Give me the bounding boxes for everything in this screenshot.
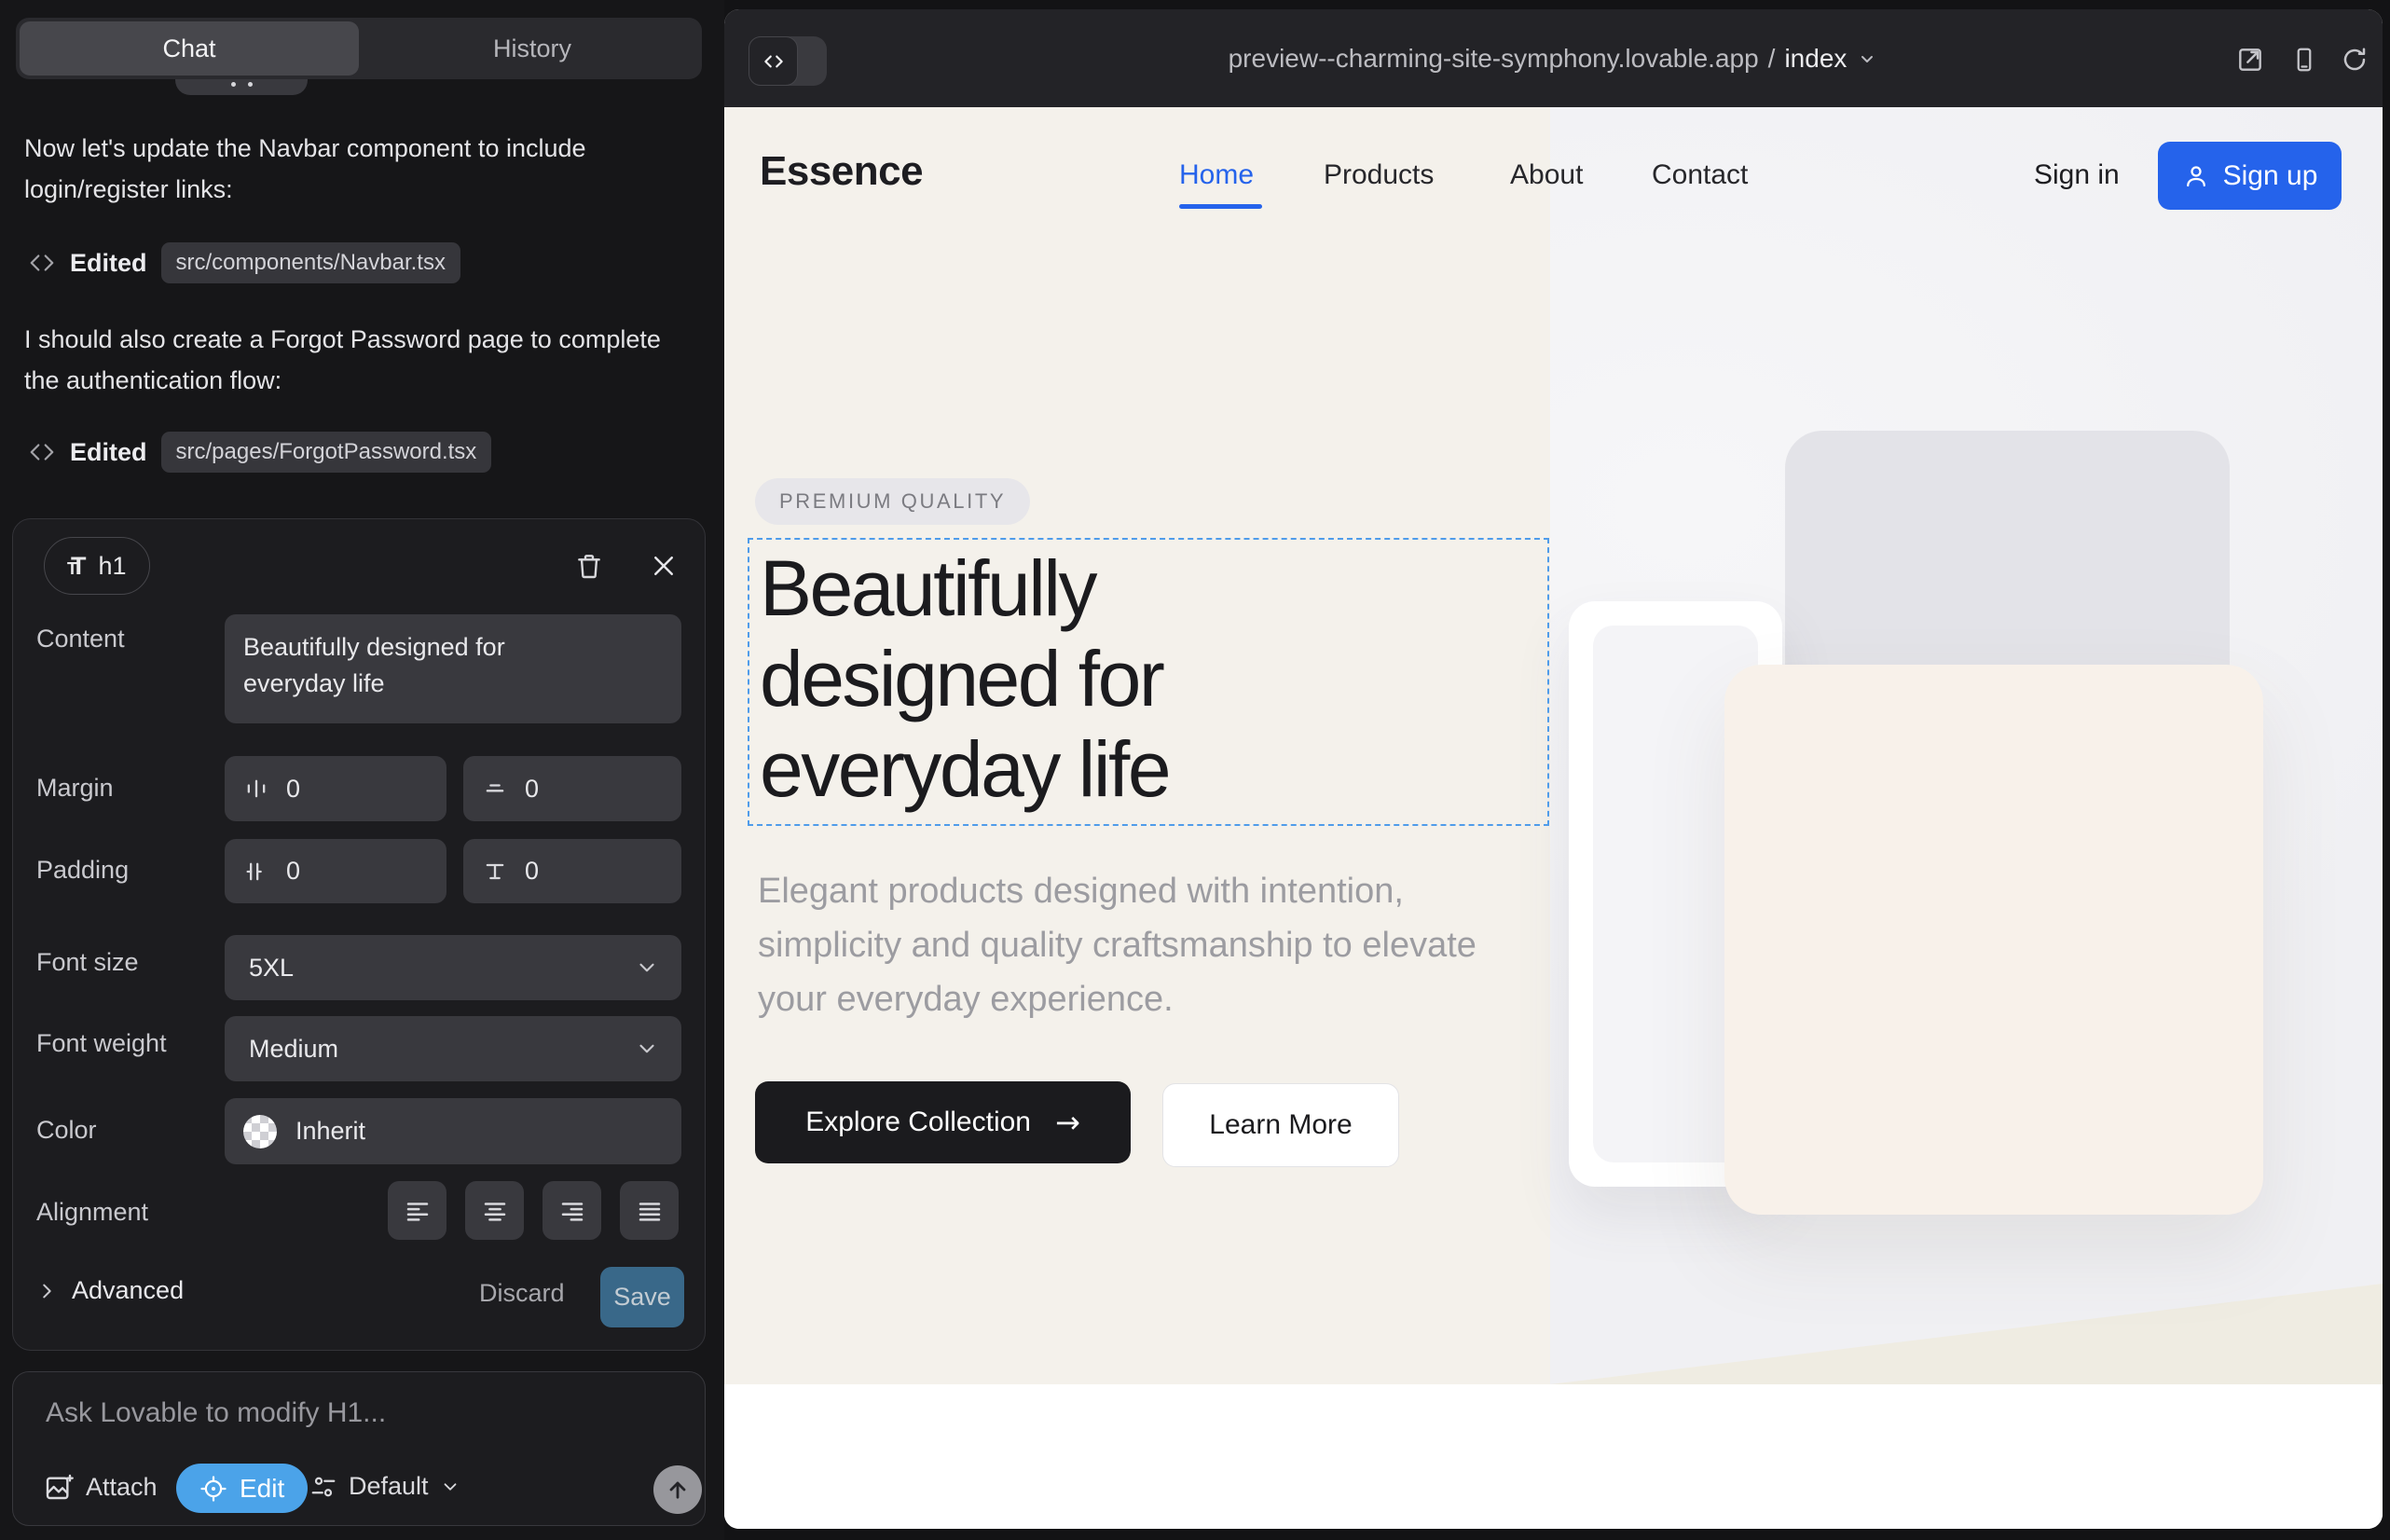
element-tag: h1 — [99, 552, 127, 581]
url-bar[interactable]: preview--charming-site-symphony.lovable.… — [724, 9, 2383, 107]
alignment-label: Alignment — [36, 1198, 148, 1227]
nav-link-contact[interactable]: Contact — [1652, 159, 1748, 191]
margin-y-icon — [482, 776, 508, 802]
arrow-right-icon: → — [1055, 1105, 1080, 1140]
url-host: preview--charming-site-symphony.lovable.… — [1229, 44, 1759, 74]
chevron-down-icon[interactable] — [1856, 48, 1878, 70]
decorative-wedge — [1550, 1284, 2383, 1384]
color-swatch — [243, 1115, 277, 1148]
mobile-preview-icon[interactable] — [2287, 43, 2321, 76]
hero-badge: PREMIUM QUALITY — [755, 478, 1030, 525]
content-label: Content — [36, 625, 125, 653]
hero-heading[interactable]: Beautifully designed for everyday life — [760, 543, 1169, 815]
open-external-icon[interactable] — [2233, 43, 2267, 76]
image-plus-icon — [44, 1472, 74, 1502]
prompt-composer[interactable]: Ask Lovable to modify H1... Attach Edit … — [12, 1371, 706, 1526]
sliders-icon — [309, 1473, 337, 1501]
refresh-icon[interactable] — [2338, 43, 2371, 76]
padding-y-icon — [482, 859, 508, 885]
edit-mode-button[interactable]: Edit — [176, 1464, 308, 1513]
close-editor-button[interactable] — [643, 545, 684, 586]
edited-label: Edited — [70, 249, 147, 278]
align-left-button[interactable] — [388, 1181, 446, 1240]
decorative-card-beige — [1724, 665, 2263, 1215]
user-icon — [2182, 162, 2210, 190]
site-page: Essence Home Products About Contact Sign… — [724, 107, 2383, 1529]
padding-x-icon — [243, 859, 269, 885]
send-button[interactable] — [653, 1465, 702, 1514]
tab-history[interactable]: History — [363, 18, 702, 79]
margin-label: Margin — [36, 774, 114, 803]
margin-x-input[interactable]: 0 — [225, 756, 446, 821]
learn-more-button[interactable]: Learn More — [1162, 1083, 1399, 1167]
font-weight-label: Font weight — [36, 1029, 167, 1058]
assistant-message: I should also create a Forgot Password p… — [24, 319, 692, 401]
code-icon — [28, 249, 56, 277]
sign-in-link[interactable]: Sign in — [2034, 159, 2120, 191]
font-size-select[interactable]: 5XL — [225, 935, 681, 1000]
align-right-button[interactable] — [543, 1181, 601, 1240]
discard-button[interactable]: Discard — [479, 1279, 565, 1308]
padding-x-input[interactable]: 0 — [225, 839, 446, 903]
sign-up-button[interactable]: Sign up — [2158, 142, 2342, 210]
edited-label: Edited — [70, 438, 147, 467]
delete-element-button[interactable] — [569, 545, 610, 586]
code-view-toggle[interactable] — [749, 36, 827, 86]
align-justify-button[interactable] — [620, 1181, 679, 1240]
nav-link-products[interactable]: Products — [1324, 159, 1434, 191]
margin-y-input[interactable]: 0 — [463, 756, 681, 821]
active-nav-underline — [1179, 204, 1262, 209]
preview-window: preview--charming-site-symphony.lovable.… — [724, 9, 2383, 1529]
color-label: Color — [36, 1116, 97, 1145]
url-page: index — [1784, 44, 1847, 74]
chevron-down-icon — [635, 956, 659, 980]
file-path-badge[interactable]: src/components/Navbar.tsx — [161, 242, 460, 283]
file-path-badge[interactable]: src/pages/ForgotPassword.tsx — [161, 432, 492, 473]
chat-sidebar: Chat History Now let's update the Navbar… — [0, 0, 724, 1540]
chevron-right-icon — [36, 1281, 57, 1301]
site-logo[interactable]: Essence — [760, 148, 923, 195]
content-input[interactable]: Beautifully designed for everyday life — [225, 614, 681, 723]
font-size-label: Font size — [36, 948, 139, 977]
color-select[interactable]: Inherit — [225, 1098, 681, 1164]
tab-chat[interactable]: Chat — [20, 21, 359, 76]
assistant-message: Now let's update the Navbar component to… — [24, 128, 692, 210]
model-default-button[interactable]: Default — [309, 1472, 460, 1501]
advanced-toggle[interactable]: Advanced — [36, 1276, 184, 1305]
padding-y-input[interactable]: 0 — [463, 839, 681, 903]
browser-toolbar: preview--charming-site-symphony.lovable.… — [724, 9, 2383, 107]
font-weight-select[interactable]: Medium — [225, 1016, 681, 1081]
save-button[interactable]: Save — [600, 1267, 684, 1327]
explore-collection-button[interactable]: Explore Collection → — [755, 1081, 1131, 1163]
margin-x-icon — [243, 776, 269, 802]
chat-history-tabbar: Chat History — [16, 18, 702, 79]
collapsed-pill[interactable] — [175, 79, 308, 95]
padding-label: Padding — [36, 856, 129, 885]
selected-element-chip[interactable]: TT h1 — [44, 537, 150, 595]
url-separator: / — [1768, 44, 1776, 74]
page-bottom-section — [724, 1384, 2383, 1529]
code-icon — [28, 438, 56, 466]
edited-file-row[interactable]: Edited src/components/Navbar.tsx — [28, 241, 460, 285]
type-icon: TT — [67, 552, 87, 581]
chevron-down-icon — [635, 1037, 659, 1061]
attach-button[interactable]: Attach — [44, 1472, 158, 1502]
nav-link-about[interactable]: About — [1510, 159, 1583, 191]
arrow-up-icon — [665, 1477, 691, 1503]
hero-paragraph: Elegant products designed with intention… — [758, 864, 1513, 1026]
chevron-down-icon — [440, 1477, 460, 1497]
prompt-input[interactable]: Ask Lovable to modify H1... — [46, 1397, 386, 1429]
element-editor-panel: TT h1 Content Beautifully designed for e… — [12, 518, 706, 1351]
edited-file-row[interactable]: Edited src/pages/ForgotPassword.tsx — [28, 430, 491, 474]
align-center-button[interactable] — [465, 1181, 524, 1240]
code-icon — [749, 36, 798, 86]
crosshair-icon — [199, 1475, 227, 1503]
nav-link-home[interactable]: Home — [1179, 159, 1254, 191]
